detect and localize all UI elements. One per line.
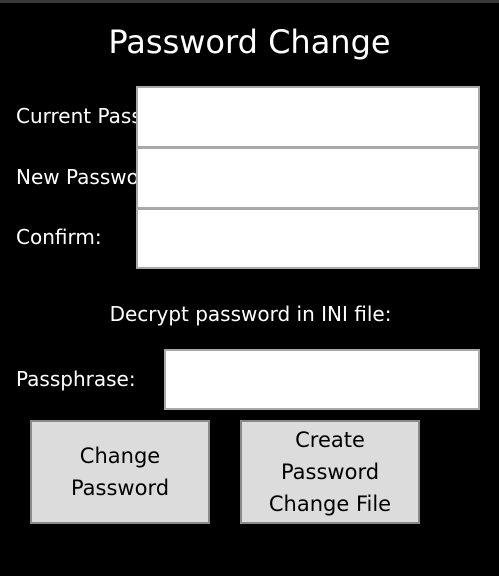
create-password-change-file-button[interactable]: Create Password Change File: [240, 420, 420, 524]
page-title: Password Change: [108, 23, 391, 61]
ini-decrypt-heading: Decrypt password in INI file:: [109, 302, 392, 326]
window-top-border: [0, 0, 499, 3]
new-password-input[interactable]: [136, 147, 480, 209]
confirm-password-input[interactable]: [136, 208, 480, 269]
change-password-button[interactable]: Change Password: [30, 420, 210, 524]
current-password-input[interactable]: [136, 86, 480, 148]
passphrase-label: Passphrase:: [16, 367, 136, 391]
passphrase-input[interactable]: [164, 349, 480, 410]
confirm-password-label: Confirm:: [16, 225, 102, 249]
